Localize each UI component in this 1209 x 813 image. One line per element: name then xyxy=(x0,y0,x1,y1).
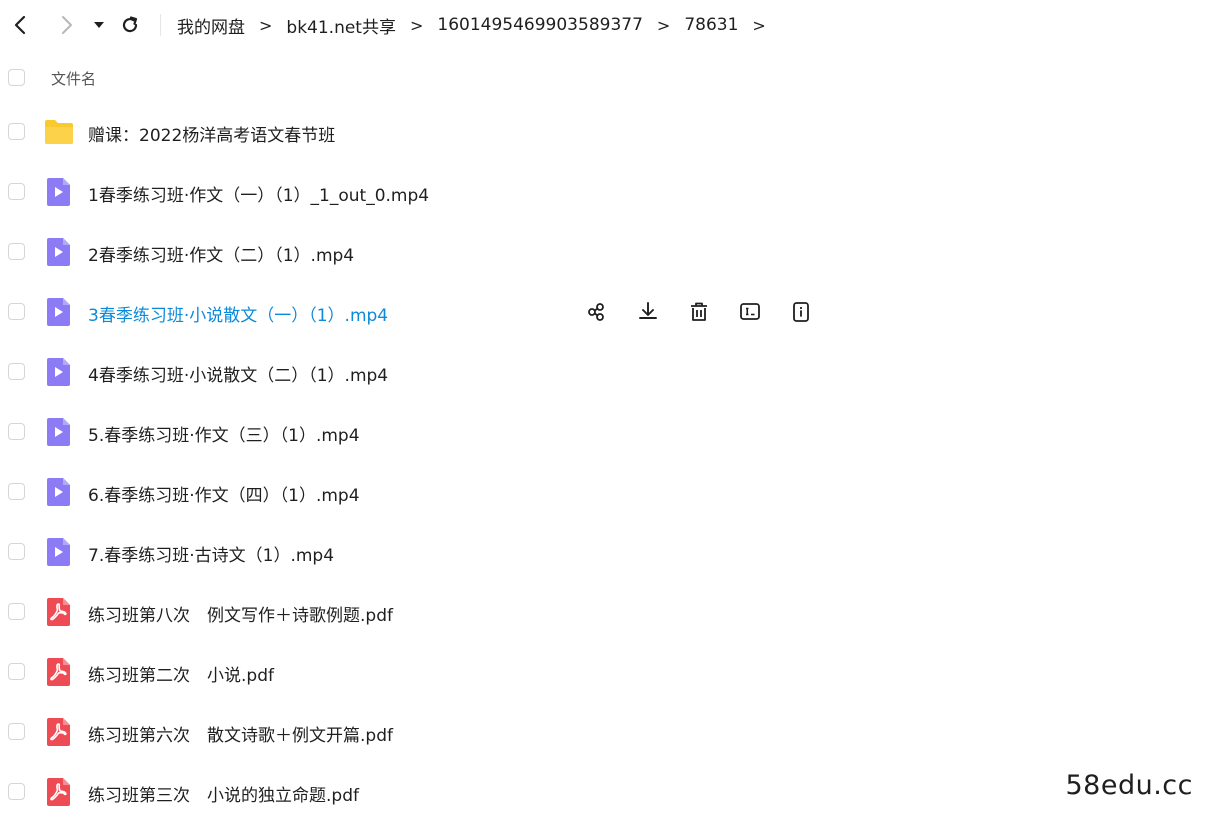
breadcrumb-item-share[interactable]: bk41.net共享 xyxy=(286,13,396,38)
file-row[interactable]: 练习班第三次 小说的独立命题.pdf xyxy=(0,762,1209,813)
file-name[interactable]: 赠课：2022杨洋高考语文春节班 xyxy=(88,121,335,146)
refresh-icon xyxy=(122,16,138,33)
file-type-icon-wrapper xyxy=(44,776,74,808)
chevron-left-icon xyxy=(14,15,26,35)
back-button[interactable] xyxy=(8,12,34,38)
file-name[interactable]: 3春季练习班·小说散文（一）（1）.mp4 xyxy=(88,301,388,326)
breadcrumb-item-folder-id[interactable]: 1601495469903589377 xyxy=(437,15,643,35)
file-type-icon-wrapper xyxy=(44,116,74,148)
file-name[interactable]: 练习班第二次 小说.pdf xyxy=(88,661,274,686)
top-navigation: 我的网盘 > bk41.net共享 > 1601495469903589377 … xyxy=(0,0,1209,50)
column-header-filename[interactable]: 文件名 xyxy=(51,68,96,89)
breadcrumb-item-root[interactable]: 我的网盘 xyxy=(177,13,245,38)
breadcrumb-separator[interactable]: > xyxy=(752,16,765,35)
watermark: 58edu.cc xyxy=(1065,770,1193,801)
file-type-icon-wrapper xyxy=(44,716,74,748)
video-file-icon xyxy=(47,358,70,386)
row-checkbox[interactable] xyxy=(8,543,25,560)
file-name[interactable]: 5.春季练习班·作文（三）（1）.mp4 xyxy=(88,421,360,446)
file-type-icon-wrapper xyxy=(44,596,74,628)
file-name[interactable]: 练习班第六次 散文诗歌＋例文开篇.pdf xyxy=(88,721,393,746)
row-checkbox[interactable] xyxy=(8,603,25,620)
share-icon xyxy=(588,303,604,321)
row-action-toolbar xyxy=(583,299,815,325)
row-checkbox[interactable] xyxy=(8,663,25,680)
file-row[interactable]: 6.春季练习班·作文（四）（1）.mp4 xyxy=(0,462,1209,522)
file-type-icon-wrapper xyxy=(44,356,74,388)
file-type-icon-wrapper xyxy=(44,656,74,688)
file-row[interactable]: 练习班第八次 例文写作＋诗歌例题.pdf xyxy=(0,582,1209,642)
video-file-icon xyxy=(47,538,70,566)
row-checkbox[interactable] xyxy=(8,123,25,140)
rename-icon xyxy=(740,303,760,320)
select-all-checkbox[interactable] xyxy=(8,69,25,86)
video-file-icon xyxy=(47,298,70,326)
row-checkbox[interactable] xyxy=(8,423,25,440)
row-checkbox[interactable] xyxy=(8,183,25,200)
video-file-icon xyxy=(47,238,70,266)
pdf-file-icon xyxy=(47,778,70,806)
row-checkbox[interactable] xyxy=(8,723,25,740)
download-icon xyxy=(639,302,657,319)
row-checkbox[interactable] xyxy=(8,363,25,380)
file-list-header: 文件名 xyxy=(0,58,1209,98)
file-type-icon-wrapper xyxy=(44,296,74,328)
file-browser: 我的网盘 > bk41.net共享 > 1601495469903589377 … xyxy=(0,0,1209,813)
file-name[interactable]: 2春季练习班·作文（二）（1）.mp4 xyxy=(88,241,354,266)
video-file-icon xyxy=(47,418,70,446)
file-row[interactable]: 练习班第六次 散文诗歌＋例文开篇.pdf xyxy=(0,702,1209,762)
rename-button[interactable] xyxy=(736,299,764,325)
refresh-button[interactable] xyxy=(117,12,143,38)
file-row[interactable]: 5.春季练习班·作文（三）（1）.mp4 xyxy=(0,402,1209,462)
file-name[interactable]: 练习班第三次 小说的独立命题.pdf xyxy=(88,781,359,806)
chevron-right-icon xyxy=(62,16,72,34)
share-button[interactable] xyxy=(583,299,611,325)
pdf-file-icon xyxy=(47,658,70,686)
file-name[interactable]: 1春季练习班·作文（一）（1）_1_out_0.mp4 xyxy=(88,181,429,206)
file-row[interactable]: 4春季练习班·小说散文（二）（1）.mp4 xyxy=(0,342,1209,402)
file-row[interactable]: 7.春季练习班·古诗文（1）.mp4 xyxy=(0,522,1209,582)
row-checkbox[interactable] xyxy=(8,303,25,320)
file-row[interactable]: 3春季练习班·小说散文（一）（1）.mp4 xyxy=(0,282,1209,342)
row-checkbox[interactable] xyxy=(8,783,25,800)
breadcrumb-item-current[interactable]: 78631 xyxy=(684,15,738,35)
folder-icon xyxy=(45,120,73,144)
history-dropdown-button[interactable] xyxy=(88,12,110,38)
file-name[interactable]: 6.春季练习班·作文（四）（1）.mp4 xyxy=(88,481,360,506)
breadcrumb-separator: > xyxy=(259,15,273,35)
details-button[interactable] xyxy=(787,299,815,325)
breadcrumb-separator: > xyxy=(409,15,424,35)
file-type-icon-wrapper xyxy=(44,476,74,508)
file-row[interactable]: 1春季练习班·作文（一）（1）_1_out_0.mp4 xyxy=(0,162,1209,222)
file-type-icon-wrapper xyxy=(44,536,74,568)
video-file-icon xyxy=(47,178,70,206)
file-type-icon-wrapper xyxy=(44,236,74,268)
forward-button[interactable] xyxy=(53,12,79,38)
file-type-icon-wrapper xyxy=(44,416,74,448)
file-row[interactable]: 2春季练习班·作文（二）（1）.mp4 xyxy=(0,222,1209,282)
breadcrumb-separator: > xyxy=(656,15,671,35)
row-checkbox[interactable] xyxy=(8,243,25,260)
details-icon xyxy=(793,302,809,322)
video-file-icon xyxy=(47,478,70,506)
folder-row[interactable]: 赠课：2022杨洋高考语文春节班 xyxy=(0,102,1209,162)
caret-down-icon xyxy=(94,22,104,28)
breadcrumb: 我的网盘 > bk41.net共享 > 1601495469903589377 … xyxy=(177,13,766,38)
file-name[interactable]: 练习班第八次 例文写作＋诗歌例题.pdf xyxy=(88,601,393,626)
pdf-file-icon xyxy=(47,718,70,746)
file-type-icon-wrapper xyxy=(44,176,74,208)
nav-divider xyxy=(160,14,161,36)
file-name[interactable]: 4春季练习班·小说散文（二）（1）.mp4 xyxy=(88,361,388,386)
file-row[interactable]: 练习班第二次 小说.pdf xyxy=(0,642,1209,702)
file-name[interactable]: 7.春季练习班·古诗文（1）.mp4 xyxy=(88,541,334,566)
row-checkbox[interactable] xyxy=(8,483,25,500)
delete-button[interactable] xyxy=(685,299,713,325)
pdf-file-icon xyxy=(47,598,70,626)
download-button[interactable] xyxy=(634,299,662,325)
delete-icon xyxy=(691,302,707,321)
